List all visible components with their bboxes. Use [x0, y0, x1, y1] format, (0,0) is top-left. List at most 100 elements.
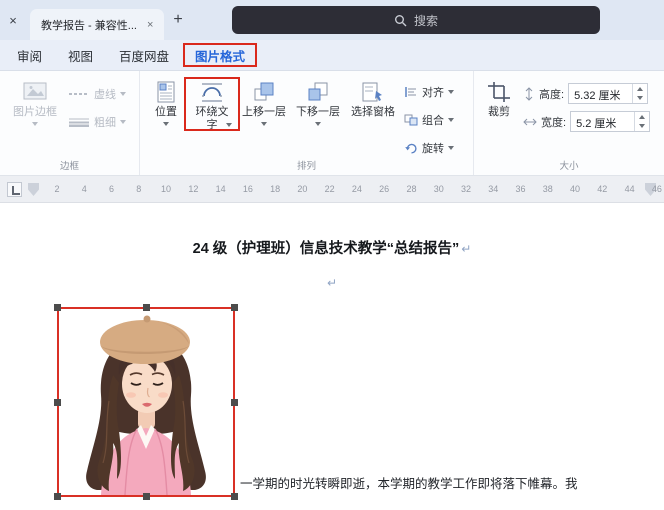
line-weight-label: 粗细: [94, 117, 116, 129]
search-input[interactable]: 搜索: [232, 6, 600, 34]
ruler-tick: 26: [379, 184, 390, 194]
tab-stop-selector[interactable]: [7, 182, 22, 197]
picture-border-icon: [23, 82, 47, 100]
down-arrow-icon: [639, 124, 646, 129]
align-button[interactable]: 对齐: [401, 81, 461, 103]
tab-view[interactable]: 视图: [55, 40, 106, 70]
line-weight-button[interactable]: 粗细: [65, 111, 129, 133]
ruler-tick: 16: [242, 184, 253, 194]
document-tab-label: 教学报告 - 兼容性...: [41, 19, 137, 32]
ruler-tick: 10: [161, 184, 172, 194]
ruler-tick: 6: [109, 184, 115, 194]
search-placeholder: 搜索: [413, 13, 438, 28]
chevron-down-icon: [120, 92, 126, 96]
tab-close-icon[interactable]: ×: [147, 19, 153, 31]
empty-paragraph-mark: ↵: [326, 276, 338, 290]
position-button[interactable]: 位置: [145, 79, 187, 128]
wrap-text-button[interactable]: 环绕文字: [184, 77, 240, 132]
chevron-down-icon: [32, 122, 38, 127]
tab-baidu-netdisk[interactable]: 百度网盘: [106, 40, 182, 70]
height-icon: [525, 86, 533, 101]
width-stepper[interactable]: 5.2 厘米: [570, 111, 651, 132]
ruler-tick: 18: [270, 184, 281, 194]
selection-handle[interactable]: [231, 304, 238, 311]
send-backward-icon: [308, 82, 328, 101]
indent-marker[interactable]: [28, 183, 39, 196]
ribbon: 图片边框 虚线 粗细 边框 位置 环绕文字 上移一层 下移一层 选择窗格 对齐 …: [0, 71, 664, 176]
up-arrow-icon: [637, 86, 644, 91]
height-stepper[interactable]: 5.32 厘米: [568, 83, 649, 104]
selection-handle[interactable]: [54, 304, 61, 311]
ribbon-group-size: 裁剪 高度: 5.32 厘米 宽度: 5.2 厘米 大小: [474, 71, 664, 175]
send-backward-button[interactable]: 下移一层: [291, 79, 345, 128]
ruler-tick: 20: [297, 184, 308, 194]
selection-handle[interactable]: [142, 493, 150, 500]
tab-review[interactable]: 审阅: [4, 40, 55, 70]
ribbon-tab-row: 审阅 视图 百度网盘 图片格式: [0, 40, 664, 71]
chevron-down-icon: [448, 146, 454, 150]
dash-style-button[interactable]: 虚线: [65, 83, 129, 105]
chevron-down-icon: [448, 118, 454, 122]
line-weight-icon: [69, 118, 89, 127]
rotate-icon: [405, 143, 417, 154]
close-icon[interactable]: ×: [0, 13, 26, 28]
chevron-down-icon: [448, 90, 454, 94]
align-icon: [405, 87, 416, 97]
ribbon-group-border: 图片边框 虚线 粗细 边框: [0, 71, 140, 175]
ruler-tick: 46: [651, 184, 662, 194]
new-tab-icon[interactable]: +: [173, 11, 182, 29]
selection-handle[interactable]: [231, 493, 238, 500]
tab-picture-format[interactable]: 图片格式: [182, 40, 258, 70]
titlebar: × 教学报告 - 兼容性... × + 搜索: [0, 0, 664, 40]
align-label: 对齐: [422, 87, 444, 99]
group-objects-icon: [404, 114, 418, 126]
send-backward-label: 下移一层: [296, 106, 340, 118]
crop-button[interactable]: 裁剪: [479, 79, 519, 121]
selection-handle[interactable]: [54, 398, 61, 406]
ruler-tick: 8: [136, 184, 142, 194]
bring-forward-label: 上移一层: [242, 106, 286, 118]
group-button[interactable]: 组合: [401, 109, 461, 131]
width-value[interactable]: 5.2 厘米: [571, 112, 634, 131]
height-label: 高度:: [539, 88, 565, 101]
document-page[interactable]: 24 级（护理班）信息技术教学“总结报告” ↵ ↵ 一学期的时光转瞬即逝，本学期…: [0, 204, 664, 510]
wrap-text-label: 环绕文字: [195, 106, 229, 132]
position-label: 位置: [155, 106, 177, 118]
chevron-down-icon: [226, 123, 232, 128]
document-title: 24 级（护理班）信息技术教学“总结报告” ↵: [0, 237, 664, 258]
wrap-text-icon: [202, 83, 222, 102]
selected-picture[interactable]: [54, 304, 238, 500]
group-label-arrange: 排列: [296, 161, 316, 172]
picture-border-button[interactable]: 图片边框: [5, 79, 65, 128]
width-increase-button[interactable]: [635, 112, 649, 122]
height-increase-button[interactable]: [633, 84, 647, 94]
ruler-tick: 30: [433, 184, 444, 194]
chevron-down-icon: [163, 122, 169, 127]
selection-handle[interactable]: [54, 493, 61, 500]
height-value[interactable]: 5.32 厘米: [569, 84, 632, 103]
document-title-text: 24 级（护理班）信息技术教学“总结报告”: [192, 241, 460, 257]
width-label: 宽度:: [541, 116, 567, 129]
ruler-tick: 4: [81, 184, 87, 194]
ruler-tick: 42: [597, 184, 608, 194]
position-icon: [157, 81, 175, 103]
picture-border-label: 图片边框: [13, 106, 57, 118]
bring-forward-button[interactable]: 上移一层: [237, 79, 291, 128]
ruler-tick: 2: [54, 184, 60, 194]
width-decrease-button[interactable]: [635, 122, 649, 132]
selection-handle[interactable]: [231, 398, 238, 406]
down-arrow-icon: [637, 96, 644, 101]
height-decrease-button[interactable]: [633, 94, 647, 104]
selection-handle[interactable]: [142, 304, 150, 311]
selection-pane-label: 选择窗格: [351, 106, 395, 118]
portrait-illustration-image: [59, 309, 233, 496]
selection-pane-button[interactable]: 选择窗格: [345, 79, 401, 121]
ruler-tick: 32: [460, 184, 471, 194]
crop-label: 裁剪: [488, 106, 510, 118]
document-tab[interactable]: 教学报告 - 兼容性... ×: [30, 9, 165, 40]
chevron-down-icon: [315, 122, 321, 127]
rotate-button[interactable]: 旋转: [401, 137, 461, 159]
chevron-down-icon: [261, 122, 267, 127]
group-label-text: 组合: [422, 115, 444, 127]
ruler-tick: 24: [351, 184, 362, 194]
